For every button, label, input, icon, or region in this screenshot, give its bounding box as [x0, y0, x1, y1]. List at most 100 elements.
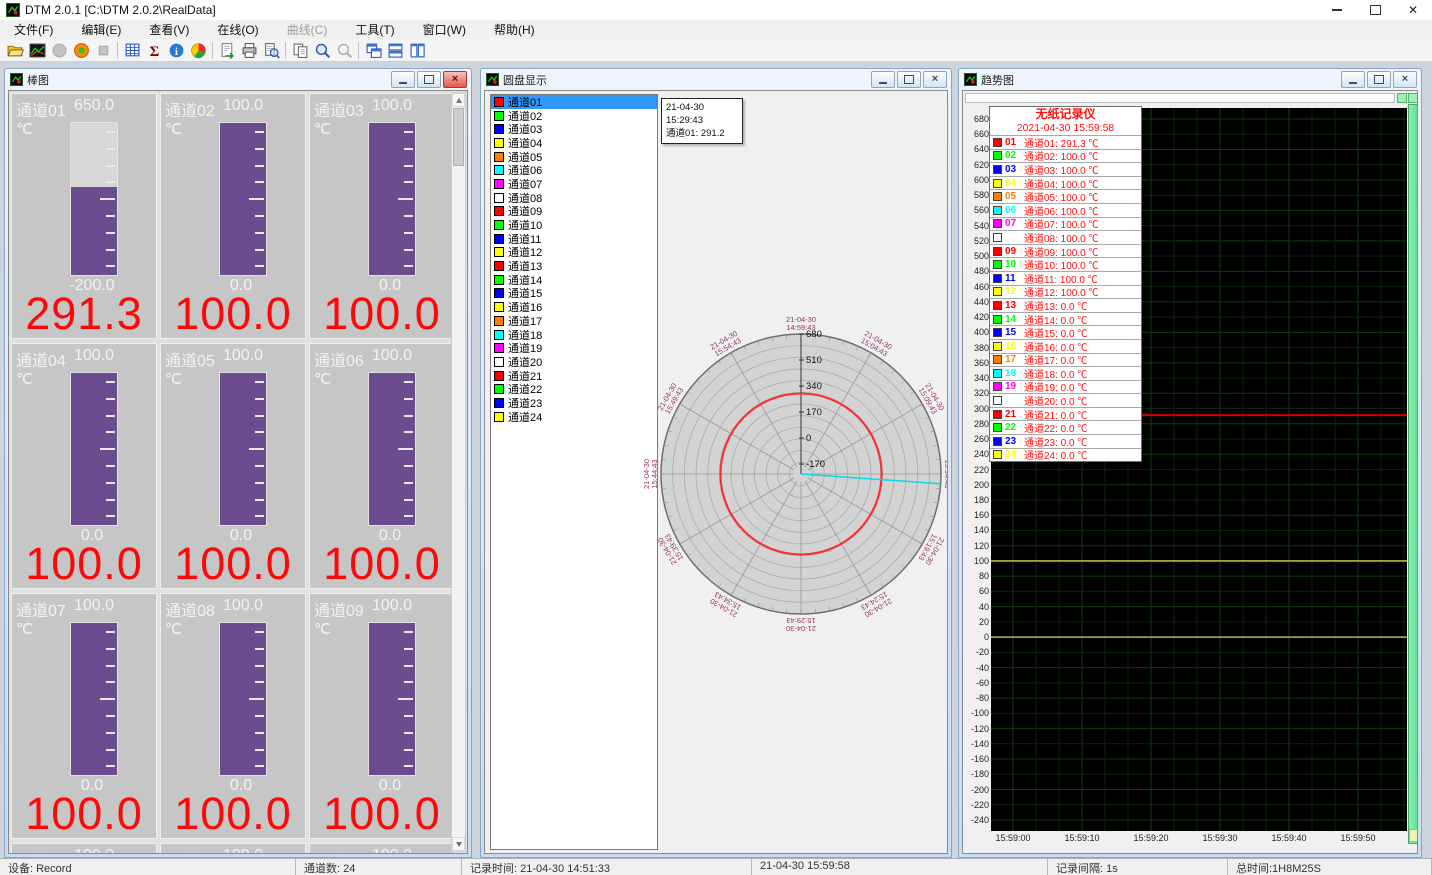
toolbar: Σi	[0, 39, 1432, 62]
legend-row: 09通道09: 100.0 ℃	[990, 244, 1141, 258]
print-preview-icon[interactable]	[260, 40, 282, 60]
legend-row: 18通道18: 0.0 ℃	[990, 366, 1141, 380]
legend-color-swatch	[993, 382, 1002, 391]
zoom-disabled-icon[interactable]	[333, 40, 355, 60]
trend-close-button[interactable]: ×	[1393, 71, 1417, 88]
bar-cell-通道07: 通道07100.0℃0.0100.0	[11, 593, 157, 839]
bar-maximize-button[interactable]	[417, 71, 441, 88]
legend-channel-number: 16	[1005, 341, 1021, 352]
menu-item-6[interactable]: 工具(T)	[341, 20, 408, 39]
disc-window-body: 通道01通道02通道03通道04通道05通道06通道07通道08通道09通道10…	[484, 90, 948, 854]
legend-color-swatch	[993, 369, 1002, 378]
legend-row: 20通道20: 0.0 ℃	[990, 393, 1141, 407]
gauge-tick	[249, 698, 264, 700]
print-icon[interactable]	[238, 40, 260, 60]
zoom-icon[interactable]	[311, 40, 333, 60]
x-tick-label: 15:59:00	[983, 833, 1043, 843]
channel-value: 291.3	[12, 288, 156, 340]
gauge-tick	[255, 398, 264, 400]
menu-item-5[interactable]: 曲线(C)	[273, 20, 342, 39]
menu-item-7[interactable]: 窗口(W)	[409, 20, 480, 39]
bar-window-title-bar[interactable]: 棒图 ×	[8, 69, 468, 90]
export-icon[interactable]	[216, 40, 238, 60]
close-button[interactable]: ✕	[1394, 0, 1432, 20]
tile-horizontal-icon[interactable]	[384, 40, 406, 60]
open-file-icon[interactable]	[4, 40, 26, 60]
menu-item-3[interactable]: 查看(V)	[135, 20, 203, 39]
trend-minimize-button[interactable]	[1341, 71, 1365, 88]
legend-color-swatch	[993, 179, 1002, 188]
bar-gauge	[70, 372, 118, 526]
maximize-button[interactable]	[1356, 0, 1394, 20]
y-tick-label: 380	[963, 343, 989, 353]
y-tick-label: 280	[963, 419, 989, 429]
menu-item-1[interactable]: 文件(F)	[0, 20, 67, 39]
trend-scroll-right-box[interactable]	[1408, 93, 1418, 103]
gauge-tick	[255, 665, 264, 667]
pie-chart-icon[interactable]	[187, 40, 209, 60]
legend-color-swatch	[993, 274, 1002, 283]
y-tick-label: 220	[963, 465, 989, 475]
gauge-tick	[255, 215, 264, 217]
channel-value: 100.0	[161, 788, 305, 840]
record-active-icon[interactable]	[70, 40, 92, 60]
disc-maximize-button[interactable]	[897, 71, 921, 88]
toolbar-separator	[358, 42, 359, 59]
gauge-tick	[404, 415, 413, 417]
scroll-down-icon[interactable]	[452, 837, 465, 851]
unit-label: ℃	[16, 370, 33, 388]
bar-minimize-button[interactable]	[391, 71, 415, 88]
y-tick-label: -120	[963, 724, 989, 734]
tile-vertical-icon[interactable]	[406, 40, 428, 60]
legend-channel-number: 11	[1005, 273, 1021, 284]
menu-item-8[interactable]: 帮助(H)	[480, 20, 549, 39]
trend-v-scrollbar[interactable]	[1408, 104, 1418, 844]
channel-color-swatch	[494, 398, 504, 408]
gauge-tick	[255, 381, 264, 383]
channel-value: 100.0	[310, 538, 454, 590]
bar-scrollbar[interactable]	[451, 92, 466, 852]
legend-channel-number: 13	[1005, 300, 1021, 311]
window-icon	[964, 73, 977, 86]
y-tick-label: 140	[963, 525, 989, 535]
trend-maximize-button[interactable]	[1367, 71, 1391, 88]
y-tick-label: 240	[963, 449, 989, 459]
trend-scroll-left-box[interactable]	[1397, 93, 1407, 103]
y-tick-label: 460	[963, 282, 989, 292]
status-field-1: 设备: Record	[0, 859, 296, 875]
bar-scrollbar-thumb[interactable]	[453, 108, 464, 166]
channel-color-swatch	[494, 165, 504, 175]
data-table-icon[interactable]	[121, 40, 143, 60]
bar-close-button[interactable]: ×	[443, 71, 467, 88]
legend-row: 17通道17: 0.0 ℃	[990, 353, 1141, 367]
legend-color-swatch	[993, 342, 1002, 351]
disc-close-button[interactable]: ×	[923, 71, 947, 88]
stop-inactive-icon[interactable]	[92, 40, 114, 60]
legend-color-swatch	[993, 315, 1002, 324]
minimize-button[interactable]	[1318, 0, 1356, 20]
trend-h-scrollbar[interactable]	[965, 93, 1395, 103]
copy-icon[interactable]	[289, 40, 311, 60]
statistics-icon[interactable]: Σ	[143, 40, 165, 60]
trend-v-scrollbar-thumb[interactable]	[1409, 829, 1418, 842]
cascade-windows-icon[interactable]	[362, 40, 384, 60]
legend-channel-number: 03	[1005, 164, 1021, 175]
menu-item-2[interactable]: 编辑(E)	[67, 20, 135, 39]
y-tick-label: -220	[963, 800, 989, 810]
trend-window-title-bar[interactable]: 趋势图 ×	[962, 69, 1418, 90]
info-icon[interactable]: i	[165, 40, 187, 60]
channel-name: 通道05	[165, 347, 215, 371]
y-tick-label: -160	[963, 754, 989, 764]
svg-text:-170: -170	[806, 459, 825, 470]
app-title-bar[interactable]: DTM 2.0.1 [C:\DTM 2.0.2\RealData] ✕	[0, 0, 1432, 21]
menu-item-4[interactable]: 在线(O)	[203, 20, 272, 39]
disc-window-title-bar[interactable]: 圆盘显示 ×	[484, 69, 948, 90]
legend-channel-number: 10	[1005, 259, 1021, 270]
unit-label: ℃	[16, 120, 33, 138]
record-inactive-icon[interactable]	[48, 40, 70, 60]
disc-minimize-button[interactable]	[871, 71, 895, 88]
gauge-tick	[255, 648, 264, 650]
scroll-up-icon[interactable]	[452, 93, 465, 107]
realtime-display-icon[interactable]	[26, 40, 48, 60]
scale-max: 100.0	[372, 847, 412, 854]
